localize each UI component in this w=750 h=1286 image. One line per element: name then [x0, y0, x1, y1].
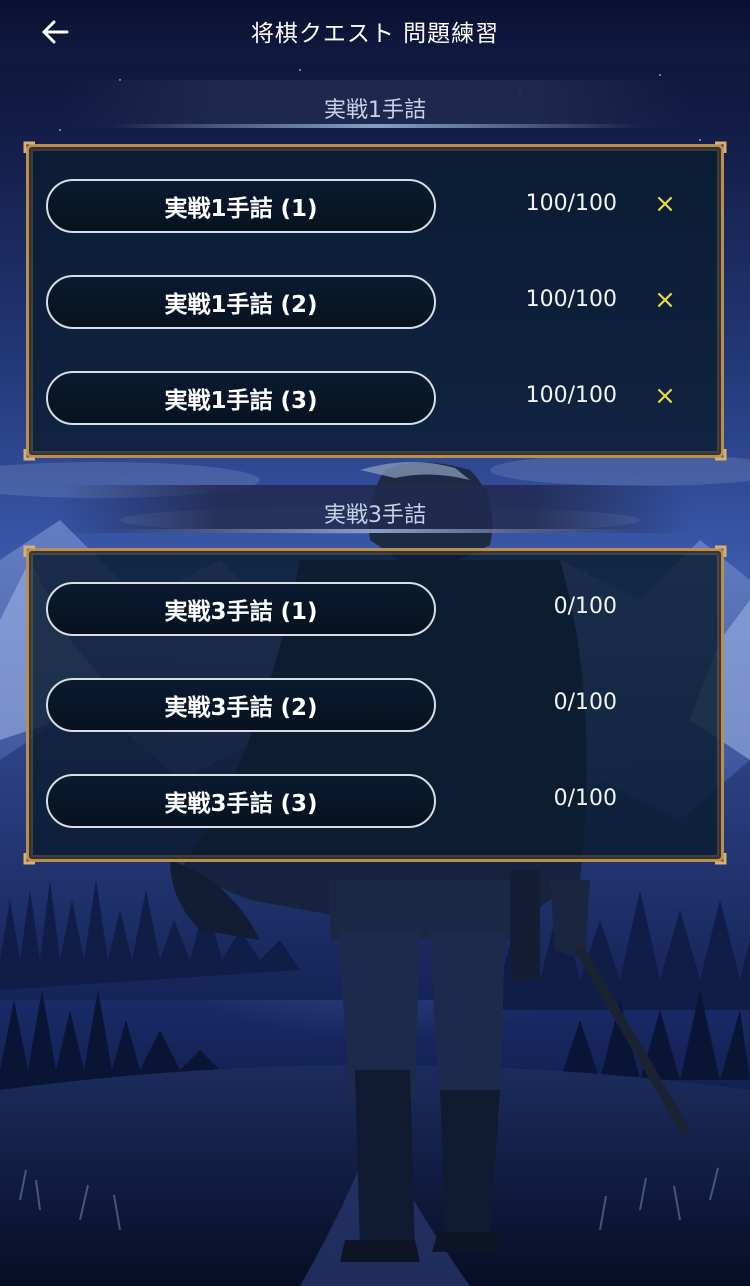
score-text: 100/100: [525, 287, 617, 312]
problem-button[interactable]: 実戦3手詰 (1): [46, 582, 436, 636]
section-title: 実戦1手詰: [324, 98, 426, 123]
problem-button[interactable]: 実戦1手詰 (1): [46, 179, 436, 233]
score-text: 0/100: [553, 690, 617, 715]
section-header: 実戦3手詰: [60, 485, 690, 533]
problem-button[interactable]: 実戦3手詰 (2): [46, 678, 436, 732]
corner-ornament-icon: [23, 449, 35, 461]
problem-row: 実戦3手詰 (2) 0/100: [29, 678, 721, 734]
cross-mark-icon: ×: [654, 381, 676, 411]
section-header: 実戦1手詰: [60, 80, 690, 128]
problem-row: 実戦1手詰 (3) 100/100 ×: [29, 371, 721, 427]
problem-button[interactable]: 実戦1手詰 (3): [46, 371, 436, 425]
corner-ornament-icon: [715, 545, 727, 557]
section-divider: [110, 529, 640, 533]
problem-list-panel: 実戦1手詰 (1) 100/100 × 実戦1手詰 (2) 100/100 × …: [23, 141, 727, 461]
section-title: 実戦3手詰: [324, 503, 426, 528]
corner-ornament-icon: [715, 141, 727, 153]
corner-ornament-icon: [23, 141, 35, 153]
corner-ornament-icon: [715, 853, 727, 865]
score-text: 0/100: [553, 786, 617, 811]
corner-ornament-icon: [23, 853, 35, 865]
problem-row: 実戦3手詰 (3) 0/100: [29, 774, 721, 830]
cross-mark-icon: ×: [654, 285, 676, 315]
score-text: 100/100: [525, 191, 617, 216]
section-divider: [110, 124, 640, 128]
problem-row: 実戦3手詰 (1) 0/100: [29, 582, 721, 638]
problem-row: 実戦1手詰 (1) 100/100 ×: [29, 179, 721, 235]
problem-list-panel: 実戦3手詰 (1) 0/100 実戦3手詰 (2) 0/100 実戦3手詰 (3…: [23, 545, 727, 865]
app-header: 将棋クエスト 問題練習: [0, 0, 750, 64]
section-jissen-3te: 実戦3手詰 実戦3手詰 (1) 0/100 実戦3手詰 (2) 0/100 実戦…: [0, 485, 750, 875]
section-jissen-1te: 実戦1手詰 実戦1手詰 (1) 100/100 × 実戦1手詰 (2) 100/…: [0, 80, 750, 470]
corner-ornament-icon: [715, 449, 727, 461]
cross-mark-icon: ×: [654, 189, 676, 219]
corner-ornament-icon: [23, 545, 35, 557]
score-text: 0/100: [553, 594, 617, 619]
problem-row: 実戦1手詰 (2) 100/100 ×: [29, 275, 721, 331]
page-title: 将棋クエスト 問題練習: [250, 21, 500, 47]
problem-button[interactable]: 実戦3手詰 (3): [46, 774, 436, 828]
problem-button[interactable]: 実戦1手詰 (2): [46, 275, 436, 329]
score-text: 100/100: [525, 383, 617, 408]
